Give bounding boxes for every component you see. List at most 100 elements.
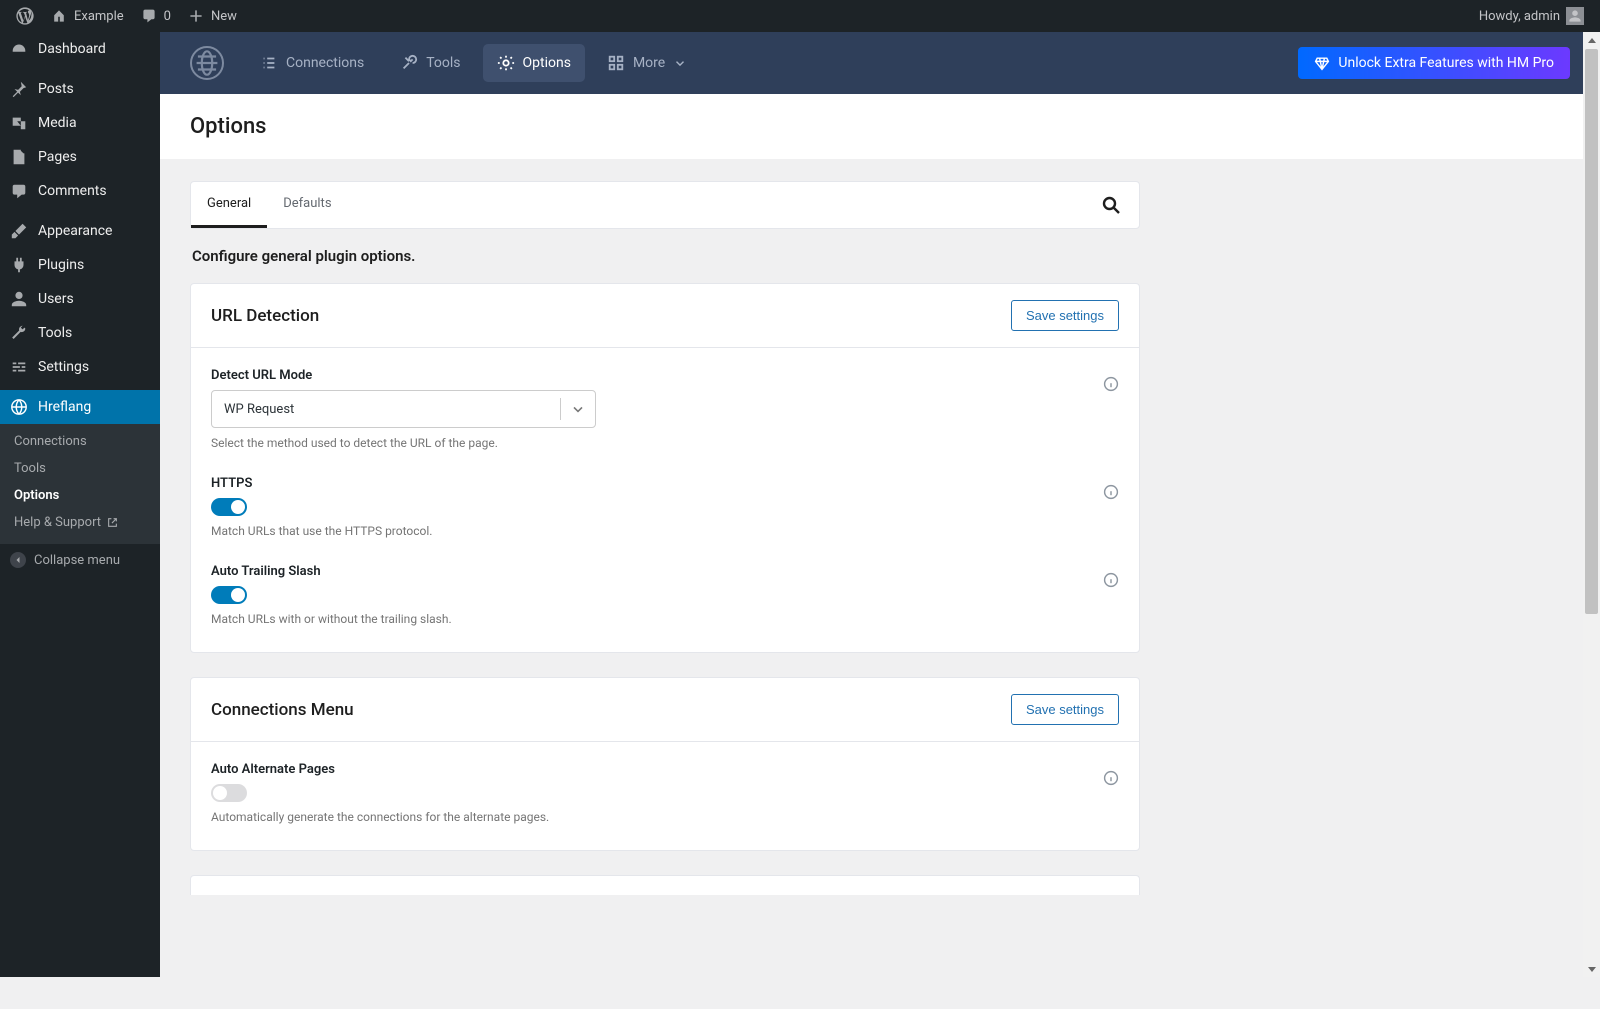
field-help: Match URLs with or without the trailing …: [211, 612, 1079, 626]
field-detect-url-mode: Detect URL Mode WP Request Select the me…: [211, 368, 1119, 450]
nav-label: Options: [523, 55, 571, 71]
info-icon[interactable]: [1103, 572, 1119, 588]
sidebar-subitem-help[interactable]: Help & Support: [0, 509, 160, 536]
site-name: Example: [74, 9, 124, 24]
info-icon[interactable]: [1103, 770, 1119, 786]
sidebar-subitem-connections[interactable]: Connections: [0, 428, 160, 455]
collapse-menu[interactable]: Collapse menu: [0, 544, 160, 576]
scroll-thumb[interactable]: [1585, 49, 1598, 614]
sidebar-item-settings[interactable]: Settings: [0, 350, 160, 384]
page-title: Options: [190, 114, 1570, 139]
section-description: Configure general plugin options.: [192, 247, 1138, 265]
dashboard-icon: [10, 40, 28, 58]
plus-icon: [187, 7, 205, 25]
unlock-pro-button[interactable]: Unlock Extra Features with HM Pro: [1298, 47, 1570, 79]
detect-url-mode-select[interactable]: WP Request: [211, 390, 596, 428]
sidebar-item-users[interactable]: Users: [0, 282, 160, 316]
sidebar-item-appearance[interactable]: Appearance: [0, 214, 160, 248]
sidebar-subitem-tools[interactable]: Tools: [0, 455, 160, 482]
list-icon: [260, 54, 278, 72]
field-help: Match URLs that use the HTTPS protocol.: [211, 524, 1079, 538]
sidebar-item-tools[interactable]: Tools: [0, 316, 160, 350]
chevron-down-icon: [567, 401, 589, 417]
card-url-detection: URL Detection Save settings Detect URL M…: [190, 283, 1140, 653]
sidebar-item-label: Hreflang: [38, 399, 91, 415]
info-icon[interactable]: [1103, 484, 1119, 500]
home-icon: [50, 7, 68, 25]
scroll-down-arrow-icon[interactable]: [1583, 960, 1600, 977]
sidebar-item-label: Dashboard: [38, 41, 106, 57]
sidebar-item-comments[interactable]: Comments: [0, 174, 160, 208]
sidebar-item-plugins[interactable]: Plugins: [0, 248, 160, 282]
sliders-icon: [10, 358, 28, 376]
nav-label: Tools: [426, 55, 460, 71]
card-title: Connections Menu: [211, 700, 354, 720]
pro-label: Unlock Extra Features with HM Pro: [1338, 55, 1554, 71]
sidebar-item-label: Tools: [38, 325, 72, 341]
save-settings-button[interactable]: Save settings: [1011, 694, 1119, 725]
vertical-scrollbar[interactable]: [1583, 32, 1600, 977]
card-title: URL Detection: [211, 306, 319, 326]
page-header: Options: [160, 94, 1600, 159]
wp-logo[interactable]: [8, 0, 42, 32]
plugin-topbar: Connections Tools Options More Unlock Ex…: [160, 32, 1600, 94]
search-button[interactable]: [1097, 191, 1125, 219]
admin-sidebar: Dashboard Posts Media Pages Comments App…: [0, 32, 160, 977]
sidebar-item-hreflang[interactable]: Hreflang: [0, 390, 160, 424]
comments-link[interactable]: 0: [132, 0, 179, 32]
next-card-peek: [190, 875, 1140, 895]
collapse-icon: [10, 552, 26, 568]
site-link[interactable]: Example: [42, 0, 132, 32]
brush-icon: [10, 222, 28, 240]
wrench-icon: [10, 324, 28, 342]
user-menu[interactable]: Howdy, admin: [1471, 0, 1592, 32]
card-connections-menu: Connections Menu Save settings Auto Alte…: [190, 677, 1140, 851]
scroll-up-arrow-icon[interactable]: [1583, 32, 1600, 49]
field-label: Detect URL Mode: [211, 368, 1079, 383]
sidebar-item-label: Media: [38, 115, 77, 131]
sidebar-item-label: Posts: [38, 81, 74, 97]
https-toggle[interactable]: [211, 498, 247, 516]
sidebar-item-label: Comments: [38, 183, 107, 199]
apps-icon: [607, 54, 625, 72]
new-link[interactable]: New: [179, 0, 245, 32]
sidebar-item-label: Users: [38, 291, 74, 307]
save-settings-button[interactable]: Save settings: [1011, 300, 1119, 331]
sidebar-item-dashboard[interactable]: Dashboard: [0, 32, 160, 66]
nav-connections[interactable]: Connections: [246, 44, 378, 82]
sidebar-item-posts[interactable]: Posts: [0, 72, 160, 106]
comments-count: 0: [164, 9, 171, 24]
field-https: HTTPS Match URLs that use the HTTPS prot…: [211, 476, 1119, 538]
scroll-track[interactable]: [1583, 49, 1600, 960]
sidebar-item-media[interactable]: Media: [0, 106, 160, 140]
field-help: Automatically generate the connections f…: [211, 810, 1079, 824]
nav-more[interactable]: More: [593, 44, 701, 82]
sidebar-subitem-options[interactable]: Options: [0, 482, 160, 509]
howdy-label: Howdy, admin: [1479, 9, 1560, 24]
comment-icon: [140, 7, 158, 25]
tab-general[interactable]: General: [191, 182, 267, 228]
trailing-slash-toggle[interactable]: [211, 586, 247, 604]
content-area: Connections Tools Options More Unlock Ex…: [160, 32, 1600, 977]
field-label: HTTPS: [211, 476, 1079, 491]
plug-icon: [10, 256, 28, 274]
field-label: Auto Alternate Pages: [211, 762, 1079, 777]
select-divider: [560, 398, 561, 420]
sidebar-item-label: Pages: [38, 149, 77, 165]
field-auto-alternate-pages: Auto Alternate Pages Automatically gener…: [211, 762, 1119, 824]
sidebar-item-pages[interactable]: Pages: [0, 140, 160, 174]
media-icon: [10, 114, 28, 132]
diamond-icon: [1314, 55, 1330, 71]
tools-icon: [400, 54, 418, 72]
select-value: WP Request: [224, 402, 294, 417]
field-help: Select the method used to detect the URL…: [211, 436, 1079, 450]
nav-label: Connections: [286, 55, 364, 71]
nav-options[interactable]: Options: [483, 44, 585, 82]
nav-label: More: [633, 55, 665, 71]
tab-defaults[interactable]: Defaults: [267, 182, 347, 228]
auto-alternate-toggle[interactable]: [211, 784, 247, 802]
user-icon: [10, 290, 28, 308]
info-icon[interactable]: [1103, 376, 1119, 392]
nav-tools[interactable]: Tools: [386, 44, 474, 82]
page-icon: [10, 148, 28, 166]
